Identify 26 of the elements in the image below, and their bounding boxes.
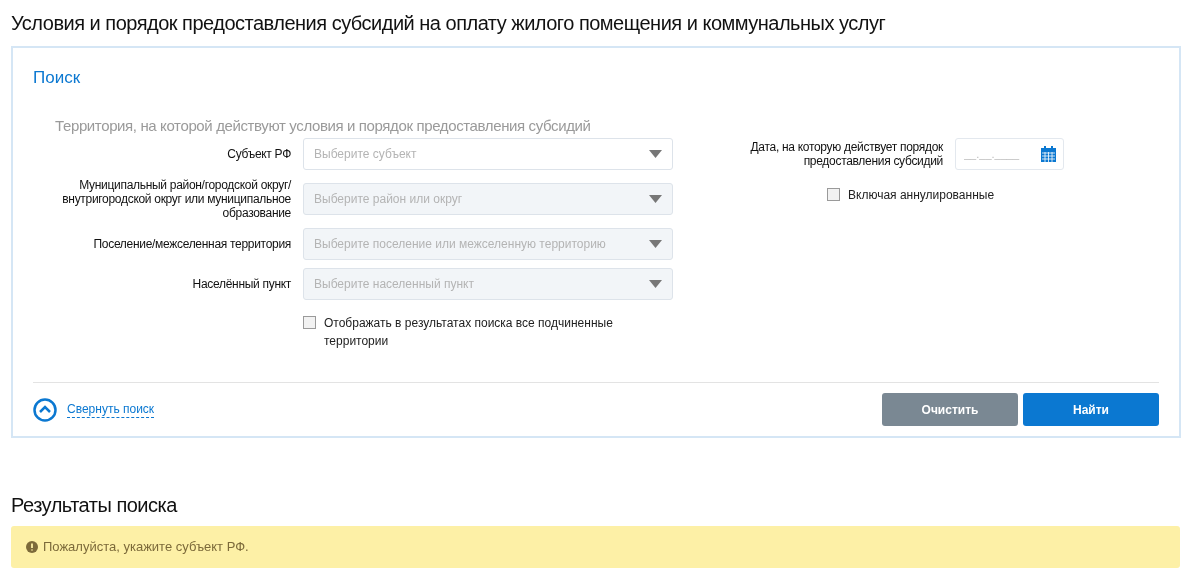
action-button[interactable]: Найти	[1023, 393, 1159, 426]
checkbox-label: Отображать в результатах поиска все подчиненные территории	[324, 315, 614, 350]
checkbox[interactable]	[827, 188, 840, 201]
exclamation-icon	[26, 541, 38, 553]
field-label: Поселение/межселенная территория	[92, 237, 291, 251]
collapse-link[interactable]: Свернуть поиск	[67, 401, 155, 418]
alert-text: Пожалуйста, укажите субъект РФ.	[43, 538, 249, 557]
field-label: Муниципальный район/городской округ/внутригородской округ или муниципальное образование	[61, 178, 291, 220]
field-label: Населённый пункт	[191, 277, 291, 291]
page-title: Условия и порядок предоставления субсидий на оплату жилого помещения и коммунальных услуг	[11, 11, 887, 36]
caret-icon	[649, 150, 662, 158]
date-label: Дата, на которую действует порядок предоставления субсидий	[749, 140, 943, 168]
checkbox[interactable]	[303, 316, 316, 329]
date-field[interactable]: __.__.____	[955, 138, 1064, 170]
action-button[interactable]: Очистить	[882, 393, 1018, 426]
caret-icon	[649, 240, 662, 248]
results-title: Результаты поиска	[11, 493, 179, 518]
caret-icon	[649, 195, 662, 203]
checkbox-label: Включая аннулированные	[848, 187, 995, 204]
chevron-up-icon[interactable]	[33, 397, 57, 422]
section-title: Территория, на которой действуют условия и порядок предоставления субсидий	[55, 116, 592, 136]
field-label: Субъект РФ	[226, 147, 291, 161]
caret-icon	[649, 280, 662, 288]
panel-title: Поиск	[33, 67, 82, 89]
calendar-icon[interactable]	[1041, 146, 1056, 162]
select-field[interactable]: Выберите субъект	[303, 138, 673, 170]
